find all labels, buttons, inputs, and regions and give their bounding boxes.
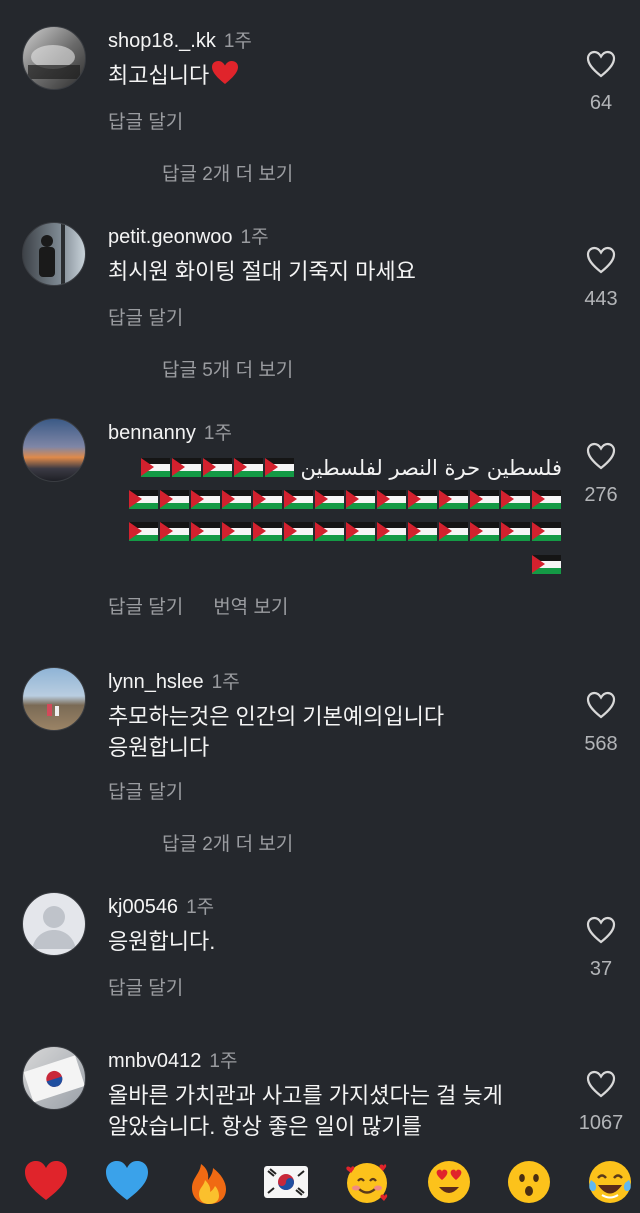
timestamp: 1주	[211, 672, 240, 693]
avatar[interactable]	[22, 222, 86, 286]
heart-outline-icon	[586, 50, 616, 78]
palestine-flag-icon	[222, 490, 251, 509]
reply-button[interactable]: 답글 달기	[108, 973, 183, 1000]
heart-outline-icon	[586, 246, 616, 274]
palestine-flag-icon	[501, 522, 530, 541]
emoji-reaction-bar	[0, 1150, 640, 1213]
username[interactable]: mnbv0412 1주	[108, 1046, 237, 1073]
timestamp: 1주	[223, 31, 252, 52]
palestine-flag-icon	[284, 522, 313, 541]
palestine-flag-icon	[532, 555, 561, 574]
palestine-flag-icon	[264, 458, 294, 477]
palestine-flag-icon	[470, 522, 499, 541]
heart-outline-icon	[586, 691, 616, 719]
red-heart-icon[interactable]	[22, 1158, 70, 1206]
reply-button[interactable]: 답글 달기	[108, 777, 183, 804]
smiling-face-with-hearts-icon[interactable]	[343, 1158, 391, 1206]
palestine-flag-icon	[439, 490, 468, 509]
comment-text: 올바른 가치관과 사고를 가지셨다는 걸 늦게 알았습니다. 항상 좋은 일이 많…	[108, 1083, 503, 1139]
like-count: 568	[584, 733, 618, 755]
palestine-flag-icon	[315, 522, 344, 541]
hushed-face-icon[interactable]	[505, 1158, 553, 1206]
reply-button[interactable]: 답글 달기	[108, 107, 183, 134]
avatar[interactable]	[22, 1046, 86, 1110]
palestine-flag-icon	[253, 490, 282, 509]
palestine-flag-icon	[501, 490, 530, 509]
palestine-flag-icon	[315, 490, 344, 509]
palestine-flag-icon	[377, 522, 406, 541]
timestamp: 1주	[186, 897, 215, 918]
palestine-flag-icon	[191, 490, 220, 509]
palestine-flag-icon	[129, 522, 158, 541]
palestine-flag-icon	[253, 522, 282, 541]
like-button[interactable]: 568	[576, 691, 626, 756]
palestine-flag-icon	[346, 490, 375, 509]
avatar[interactable]	[22, 26, 86, 90]
comment-actions: 답글 달기 번역 보기	[108, 592, 288, 619]
flag-row	[128, 516, 562, 547]
like-count: 276	[584, 484, 618, 506]
like-button[interactable]: 443	[576, 246, 626, 311]
like-button[interactable]: 64	[576, 50, 626, 115]
palestine-flag-icon	[408, 522, 437, 541]
blue-heart-icon[interactable]	[103, 1158, 151, 1206]
flag-row	[531, 549, 562, 580]
heart-outline-icon	[586, 916, 616, 944]
comment-text: 최시원 화이팅 절대 기죽지 마세요	[108, 259, 416, 284]
like-count: 1067	[578, 1112, 624, 1134]
palestine-flag-icon	[171, 458, 201, 477]
comment-text: 추모하는것은 인간의 기본예의입니다 응원합니다	[108, 704, 445, 760]
like-button[interactable]: 37	[576, 916, 626, 981]
like-count: 443	[584, 288, 618, 310]
red-heart-icon	[211, 60, 239, 94]
palestine-flag-icon	[470, 490, 499, 509]
palestine-flag-icon	[140, 458, 170, 477]
timestamp: 1주	[209, 1051, 238, 1072]
palestine-flag-icon	[160, 490, 189, 509]
palestine-flag-icon	[377, 490, 406, 509]
username[interactable]: shop18._.kk 1주	[108, 26, 252, 53]
like-button[interactable]: 1067	[576, 1070, 626, 1135]
palestine-flag-icon	[222, 522, 251, 541]
reply-button[interactable]: 답글 달기	[108, 303, 183, 330]
palestine-flag-icon	[532, 490, 561, 509]
palestine-flag-icon	[160, 522, 189, 541]
flag-row	[128, 484, 562, 515]
face-with-tears-of-joy-icon[interactable]	[586, 1158, 634, 1206]
palestine-flag-icon	[346, 522, 375, 541]
heart-outline-icon	[586, 1070, 616, 1098]
palestine-flag-icon	[284, 490, 313, 509]
palestine-flag-icon	[408, 490, 437, 509]
avatar[interactable]	[22, 892, 86, 956]
view-replies-button[interactable]: 답글 2개 더 보기	[162, 159, 293, 186]
palestine-flag-icon	[202, 458, 232, 477]
timestamp: 1주	[203, 423, 232, 444]
fire-icon[interactable]	[185, 1158, 233, 1206]
korea-flag-icon[interactable]	[262, 1158, 310, 1206]
heart-eyes-icon[interactable]	[425, 1158, 473, 1206]
like-count: 37	[589, 958, 613, 980]
comment-text: 응원합니다.	[108, 929, 216, 954]
like-count: 64	[589, 92, 613, 114]
heart-outline-icon	[586, 442, 616, 470]
view-replies-button[interactable]: 답글 5개 더 보기	[162, 355, 293, 382]
username[interactable]: petit.geonwoo 1주	[108, 222, 269, 249]
palestine-flag-icon	[532, 522, 561, 541]
translate-button[interactable]: 번역 보기	[213, 597, 288, 618]
palestine-flag-icon	[129, 490, 158, 509]
view-replies-button[interactable]: 답글 2개 더 보기	[162, 829, 293, 856]
username[interactable]: bennanny 1주	[108, 418, 232, 445]
palestine-flag-icon	[439, 522, 468, 541]
username[interactable]: lynn_hslee 1주	[108, 667, 240, 694]
avatar[interactable]	[22, 667, 86, 731]
comment-text: 최고십니다	[108, 60, 239, 94]
avatar[interactable]	[22, 418, 86, 482]
like-button[interactable]: 276	[576, 442, 626, 507]
palestine-flag-icon	[233, 458, 263, 477]
username[interactable]: kj00546 1주	[108, 892, 214, 919]
timestamp: 1주	[240, 227, 269, 248]
reply-button[interactable]: 답글 달기	[108, 597, 183, 618]
comment-text: فلسطين حرة النصر لفلسطين	[140, 452, 562, 483]
palestine-flag-icon	[191, 522, 220, 541]
